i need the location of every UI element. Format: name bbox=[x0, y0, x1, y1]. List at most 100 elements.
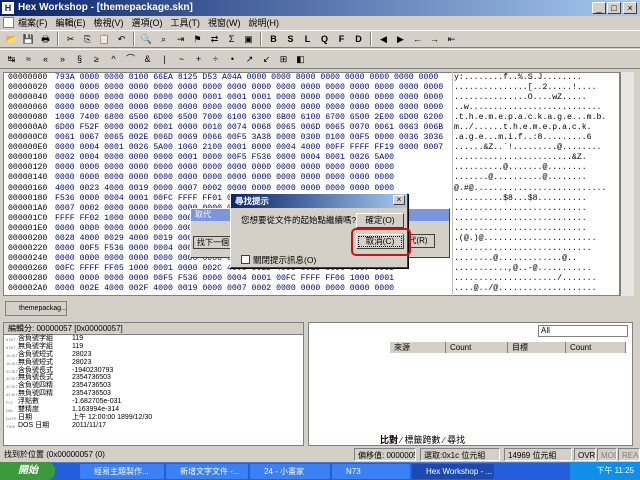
op-import-icon[interactable]: ↙ bbox=[259, 52, 274, 67]
task-theme-maker[interactable]: 經易主題製作... bbox=[80, 464, 164, 479]
inspector-row[interactable]: 8 BIT 含負號字組 119 bbox=[4, 335, 303, 343]
format-button-l[interactable]: L bbox=[300, 32, 315, 47]
hex-row[interactable]: 00000280 0000 0000 0000 0000 00F5 F536 00… bbox=[4, 274, 619, 284]
op-and-icon[interactable]: & bbox=[140, 52, 155, 67]
op-section-icon[interactable]: § bbox=[72, 52, 87, 67]
save-icon[interactable]: 💾 bbox=[21, 32, 36, 47]
op-xor-icon[interactable]: ^ bbox=[106, 52, 121, 67]
menu-view[interactable]: 檢視(V) bbox=[94, 16, 124, 30]
open-folder-icon[interactable]: 📂 bbox=[4, 32, 19, 47]
system-tray-clock[interactable]: 下午 11:25 bbox=[570, 462, 640, 480]
hex-row[interactable]: 00000020 0000 0000 0000 0000 0000 0000 00… bbox=[4, 83, 619, 93]
app-icon[interactable]: H bbox=[2, 2, 14, 14]
op-shift-right-icon[interactable]: » bbox=[55, 52, 70, 67]
op-export-icon[interactable]: ↗ bbox=[242, 52, 257, 67]
menu-help[interactable]: 說明(H) bbox=[249, 16, 280, 30]
file-tab[interactable]: themepackag... bbox=[5, 301, 67, 316]
find-next-icon[interactable]: ⌕ bbox=[156, 32, 171, 47]
cut-icon[interactable]: ✂ bbox=[63, 32, 78, 47]
inspector-row[interactable]: 16 BIT 無負號短式 28023 bbox=[4, 359, 303, 367]
find-icon[interactable]: 🔍 bbox=[139, 32, 154, 47]
task-paint[interactable]: 24 - 小畫家 bbox=[250, 464, 330, 479]
hex-row[interactable]: 00000100 0002 0004 0000 0000 0000 0001 00… bbox=[4, 153, 619, 163]
separator bbox=[370, 32, 372, 46]
compare-icon[interactable]: ⇄ bbox=[207, 32, 222, 47]
bookmark-icon[interactable]: ⚑ bbox=[190, 32, 205, 47]
inspector-row[interactable]: DBL 雙精度 1.163994e-314 bbox=[4, 406, 303, 414]
hex-row[interactable]: 00000140 0000 0000 0000 0000 0000 0000 00… bbox=[4, 173, 619, 183]
title-bar[interactable]: Hex Workshop - [themepackage.skn] bbox=[0, 0, 640, 16]
op-add-icon[interactable]: + bbox=[191, 52, 206, 67]
menu-window[interactable]: 視窗(W) bbox=[208, 16, 241, 30]
inspector-row[interactable]: 16 BIT 含負號短式 28023 bbox=[4, 351, 303, 359]
ok-button[interactable]: 確定(O) bbox=[356, 213, 404, 228]
op-or-icon[interactable]: | bbox=[157, 52, 172, 67]
task-n73[interactable]: N73 bbox=[332, 464, 410, 479]
minimize-button[interactable]: _ bbox=[592, 2, 606, 14]
hex-address: 00000020 bbox=[8, 83, 48, 93]
menu-tools[interactable]: 工具(T) bbox=[171, 16, 201, 30]
hex-row[interactable]: 00000060 0000 0000 0000 0000 0000 0000 00… bbox=[4, 103, 619, 113]
op-arc-icon[interactable]: ⌒ bbox=[123, 52, 138, 67]
tab-bookmarks[interactable]: 標籤跨數 bbox=[405, 435, 441, 445]
menu-edit[interactable]: 編輯(E) bbox=[56, 16, 86, 30]
tab-compare[interactable]: 比對 bbox=[380, 435, 398, 445]
op-multiply-icon[interactable]: • bbox=[225, 52, 240, 67]
inspector-row[interactable]: TIME DOS 日期 2011/11/17 bbox=[4, 422, 303, 430]
col-source[interactable]: 來源 bbox=[390, 342, 446, 353]
paste-icon[interactable]: 📋 bbox=[97, 32, 112, 47]
nav-home-icon[interactable]: ⇤ bbox=[444, 32, 459, 47]
vertical-scrollbar[interactable] bbox=[620, 72, 634, 296]
nav-forward-icon[interactable]: ▶ bbox=[393, 32, 408, 47]
nav-right-icon[interactable]: → bbox=[427, 32, 442, 47]
print-icon[interactable]: 🖶 bbox=[38, 32, 53, 47]
format-button-f[interactable]: F bbox=[334, 32, 349, 47]
nav-back-icon[interactable]: ◀ bbox=[376, 32, 391, 47]
maximize-button[interactable]: □ bbox=[607, 2, 621, 14]
format-button-d[interactable]: D bbox=[351, 32, 366, 47]
op-tab-icon[interactable]: ↹ bbox=[4, 52, 19, 67]
dialog-close-button[interactable]: × bbox=[393, 195, 405, 205]
col-count-1[interactable]: Count bbox=[446, 342, 508, 353]
nav-left-icon[interactable]: ← bbox=[410, 32, 425, 47]
menu-options[interactable]: 選項(O) bbox=[132, 16, 163, 30]
op-divide-icon[interactable]: ÷ bbox=[208, 52, 223, 67]
op-approx-icon[interactable]: ≈ bbox=[21, 52, 36, 67]
op-ge-icon[interactable]: ≥ bbox=[89, 52, 104, 67]
hex-row[interactable]: 000000C0 0061 0067 0065 002E 006D 0069 00… bbox=[4, 133, 619, 143]
filter-select[interactable]: All bbox=[538, 325, 628, 337]
col-target[interactable]: 目標 bbox=[508, 342, 566, 353]
window-icon[interactable]: ▣ bbox=[241, 32, 256, 47]
task-hex-workshop[interactable]: Hex Workshop - ... bbox=[412, 464, 494, 479]
hex-row[interactable]: 00000120 0000 0000 0000 0000 0000 0000 00… bbox=[4, 163, 619, 173]
inspector-row[interactable]: 8 BIT 無負號字組 119 bbox=[4, 343, 303, 351]
dont-show-checkbox[interactable] bbox=[241, 255, 250, 264]
goto-icon[interactable]: ⇥ bbox=[173, 32, 188, 47]
task-notepad[interactable]: 新增文字文件 -... bbox=[166, 464, 248, 479]
hex-row[interactable]: 00000080 1000 7400 6800 6500 6D00 6500 70… bbox=[4, 113, 619, 123]
hex-row[interactable]: 000000E0 0000 0004 0001 0026 5A00 1060 21… bbox=[4, 143, 619, 153]
col-count-2[interactable]: Count bbox=[566, 342, 626, 353]
undo-icon[interactable]: ↶ bbox=[114, 32, 129, 47]
inspector-row[interactable]: 64 BIT 無負號四精 2354736503 bbox=[4, 390, 303, 398]
hex-row[interactable]: 000002A0 0000 002E 4000 002F 4000 0019 00… bbox=[4, 284, 619, 294]
op-shift-left-icon[interactable]: « bbox=[38, 52, 53, 67]
format-button-q[interactable]: Q bbox=[317, 32, 332, 47]
op-not-icon[interactable]: ~ bbox=[174, 52, 189, 67]
op-grid-icon[interactable]: ⊞ bbox=[276, 52, 291, 67]
find-next-button[interactable]: 找下一個 bbox=[193, 236, 233, 249]
hex-row[interactable]: 00000040 0000 0000 0000 0000 0000 0000 00… bbox=[4, 93, 619, 103]
op-panel-icon[interactable]: ◧ bbox=[293, 52, 308, 67]
copy-icon[interactable]: ⎘ bbox=[80, 32, 95, 47]
inspector-row[interactable]: DATE 日期 上午 12:00:00 1899/12/30 bbox=[4, 414, 303, 422]
checksum-icon[interactable]: Σ bbox=[224, 32, 239, 47]
format-button-b[interactable]: B bbox=[266, 32, 281, 47]
start-button[interactable]: 開始 bbox=[0, 462, 55, 480]
hex-row[interactable]: 000000A0 6D00 F52F 0000 0002 0001 0000 00… bbox=[4, 123, 619, 133]
tab-find[interactable]: 尋找 bbox=[447, 435, 465, 445]
format-button-s[interactable]: S bbox=[283, 32, 298, 47]
inspector-row[interactable]: FLT 浮點數 -1.682705e-031 bbox=[4, 398, 303, 406]
hex-row[interactable]: 00000000 793A 0000 0000 0100 66EA 8125 D5… bbox=[4, 73, 619, 83]
menu-file[interactable]: 檔案(F) bbox=[18, 16, 48, 30]
close-button[interactable]: × bbox=[623, 2, 637, 14]
